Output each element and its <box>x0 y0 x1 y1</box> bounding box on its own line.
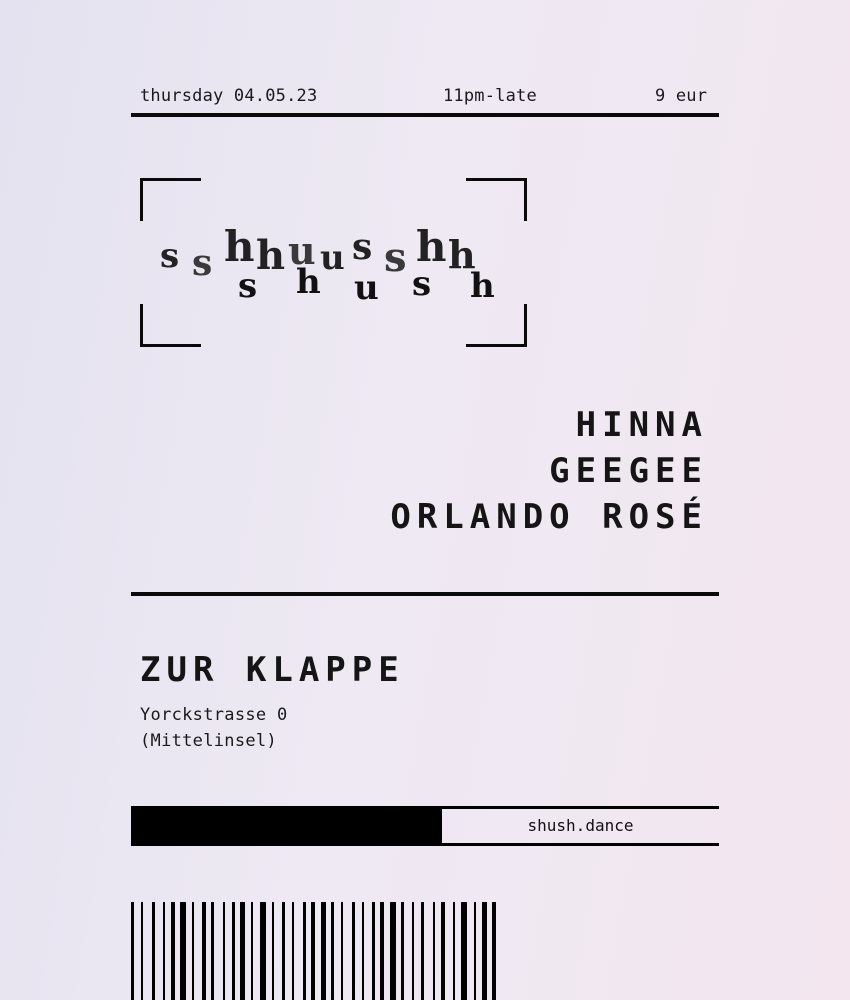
barcode-bar <box>292 902 294 1000</box>
barcode-bar <box>372 902 375 1000</box>
logo-letter: h <box>296 262 321 302</box>
shush-logo: sshhuusshhshush <box>160 222 510 308</box>
venue-address: Yorckstrasse 0 <box>140 705 288 725</box>
logo-letter: s <box>238 266 258 306</box>
barcode-bar <box>390 902 396 1000</box>
barcode-bar <box>341 902 343 1000</box>
barcode-bar <box>441 902 445 1000</box>
logo-letter: s <box>160 236 180 276</box>
barcode-bar <box>180 902 186 1000</box>
barcode-bar <box>303 902 306 1000</box>
barcode-bar <box>202 902 206 1000</box>
barcode-bar <box>232 902 235 1000</box>
barcode-bar <box>282 902 285 1000</box>
barcode-bar <box>152 902 155 1000</box>
barcode <box>131 902 721 1000</box>
frame-corner-bottom-left <box>140 304 201 347</box>
barcode-bar <box>492 902 496 1000</box>
top-divider <box>131 113 719 117</box>
barcode-bar <box>311 902 315 1000</box>
barcode-bar <box>223 902 225 1000</box>
barcode-bar <box>453 902 455 1000</box>
barcode-bar <box>380 902 384 1000</box>
barcode-bar <box>482 902 487 1000</box>
barcode-bar <box>240 902 245 1000</box>
barcode-bar <box>421 902 424 1000</box>
barcode-bar <box>321 902 326 1000</box>
logo-letter: s <box>384 234 407 281</box>
barcode-bar <box>362 902 364 1000</box>
barcode-bar <box>171 902 175 1000</box>
venue-name: ZUR KLAPPE <box>140 650 405 690</box>
barcode-bar <box>141 902 143 1000</box>
logo-letter: h <box>256 232 286 279</box>
barcode-bar <box>433 902 435 1000</box>
frame-corner-top-left <box>140 178 201 221</box>
artist-name: GEEGEE <box>549 451 708 491</box>
barcode-bar <box>211 902 214 1000</box>
lineup: HINNA GEEGEE ORLANDO ROSÉ <box>390 402 708 540</box>
venue-address-note: (Mittelinsel) <box>140 731 277 751</box>
logo-letter: h <box>470 266 495 306</box>
logo-letter: h <box>224 222 255 271</box>
barcode-bar <box>474 902 476 1000</box>
logo-letter: s <box>412 264 432 304</box>
event-price: 9 eur <box>655 86 708 106</box>
logo-letter: s <box>192 242 213 284</box>
black-bar <box>131 806 442 846</box>
barcode-bar <box>272 902 274 1000</box>
frame-corner-top-right <box>466 178 527 221</box>
barcode-bar <box>251 902 253 1000</box>
barcode-bar <box>163 902 165 1000</box>
barcode-bar <box>412 902 414 1000</box>
barcode-bar <box>401 902 404 1000</box>
barcode-bar <box>260 902 266 1000</box>
barcode-bar <box>352 902 355 1000</box>
event-time: 11pm-late <box>443 86 537 106</box>
artist-name: HINNA <box>575 405 708 445</box>
event-date: thursday 04.05.23 <box>140 86 318 106</box>
barcode-bar <box>461 902 467 1000</box>
barcode-bar <box>131 902 134 1000</box>
logo-letter: s <box>352 226 373 268</box>
logo-letter: u <box>320 238 345 278</box>
barcode-bar <box>331 902 334 1000</box>
logo-letter: u <box>354 268 379 308</box>
frame-corner-bottom-right <box>466 304 527 347</box>
barcode-bar <box>192 902 194 1000</box>
middle-divider <box>131 592 719 596</box>
website-link[interactable]: shush.dance <box>442 806 719 846</box>
artist-name: ORLANDO ROSÉ <box>390 497 708 537</box>
